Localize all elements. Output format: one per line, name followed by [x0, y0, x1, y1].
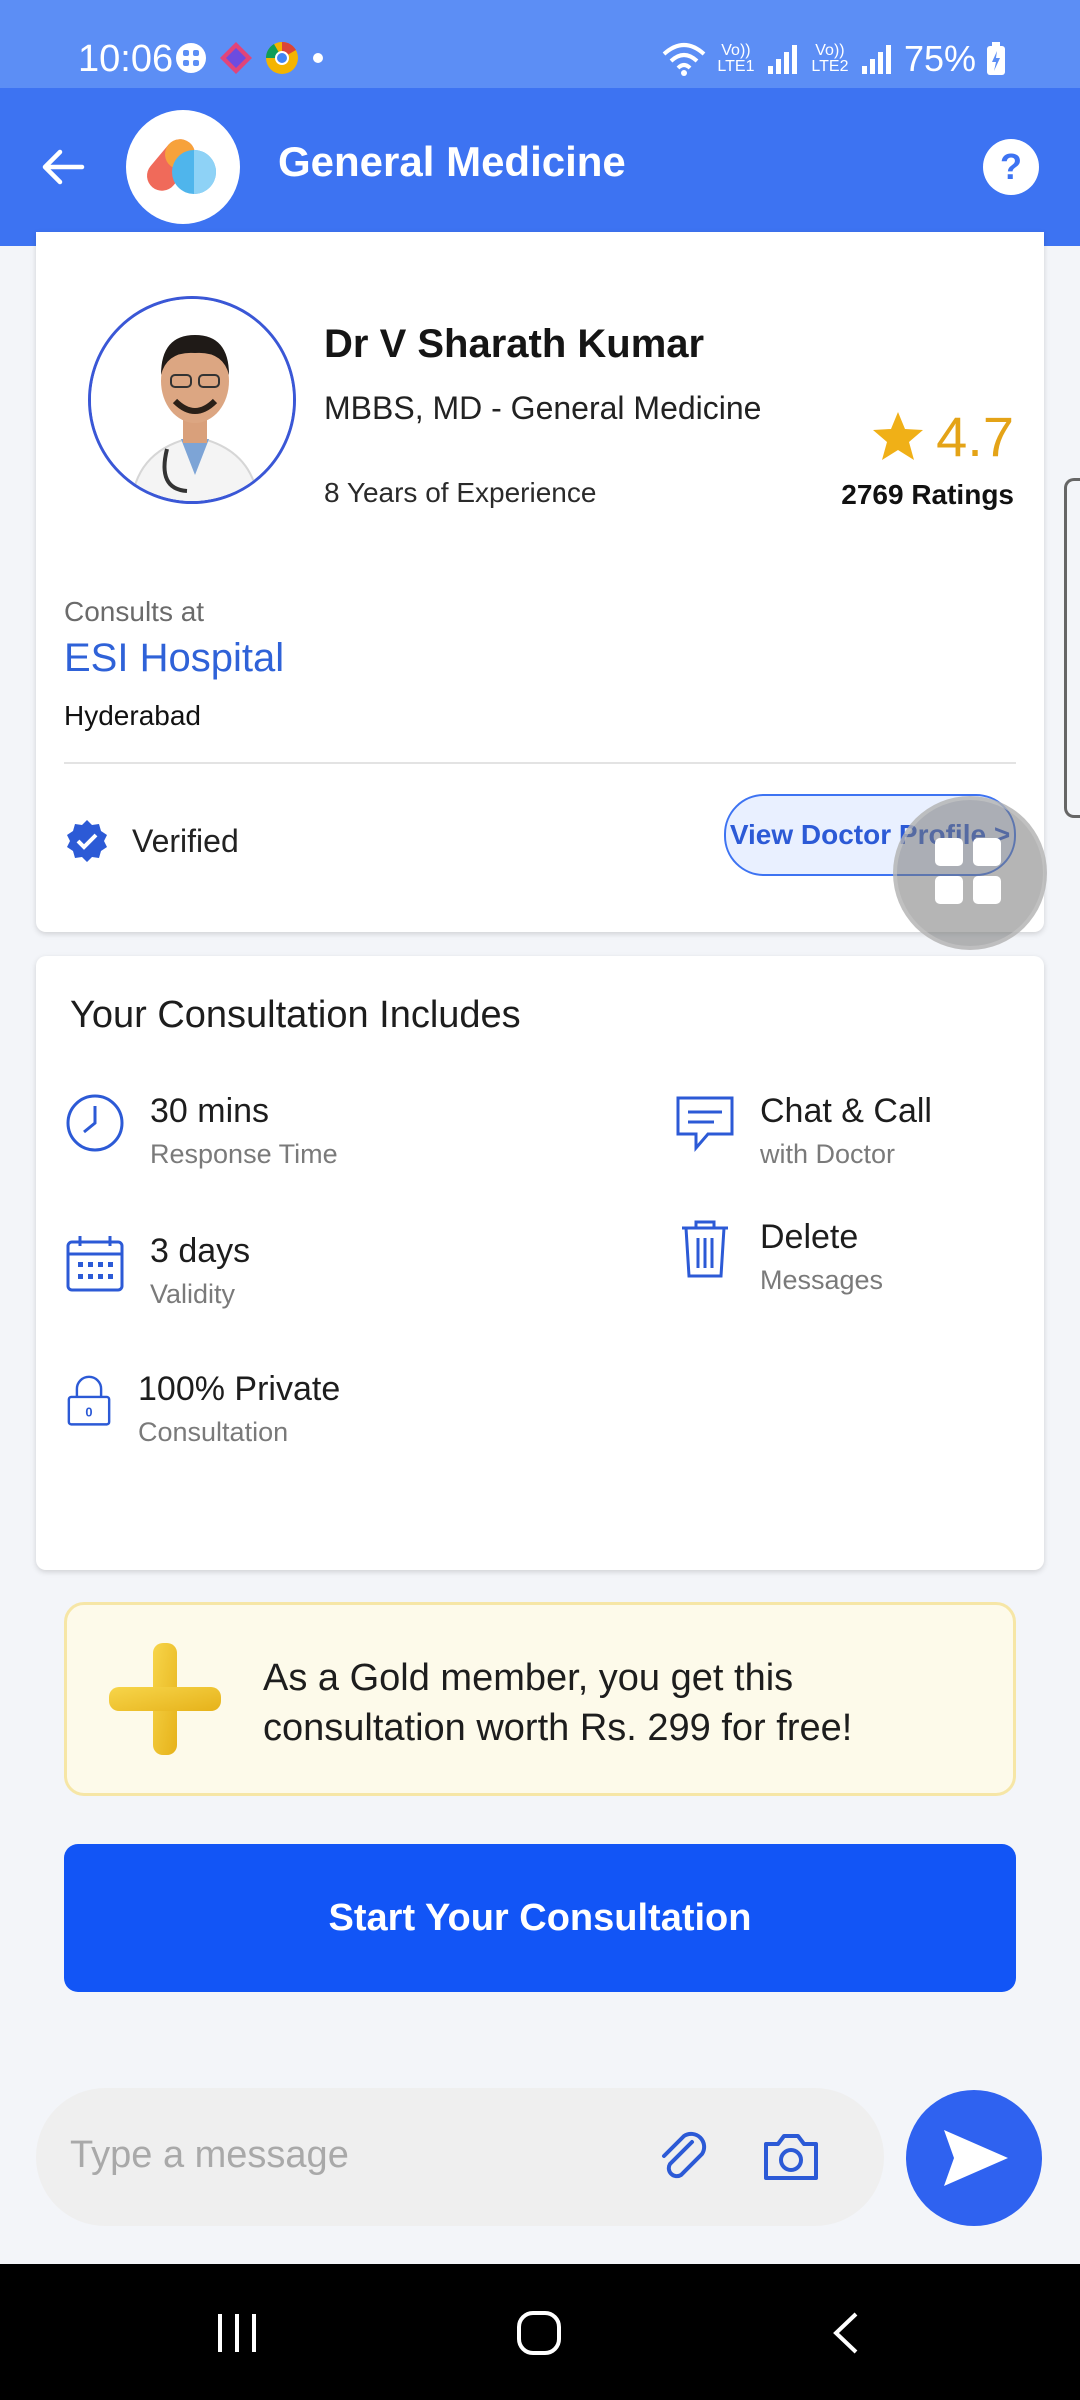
verified-label: Verified — [132, 822, 239, 859]
doctor-name: Dr V Sharath Kumar — [324, 322, 705, 366]
recent-apps-icon[interactable] — [212, 2310, 262, 2356]
battery-charging-icon — [987, 42, 1005, 75]
notification-icons — [174, 40, 326, 76]
app-bar: General Medicine ? — [0, 88, 1080, 246]
attachment-icon[interactable] — [654, 2128, 712, 2186]
status-right: Vo)) LTE1 Vo)) LTE2 75% — [662, 38, 1006, 80]
feature-subtitle: Consultation — [138, 1417, 289, 1447]
send-button[interactable] — [906, 2090, 1042, 2226]
feature-subtitle: with Doctor — [760, 1139, 896, 1169]
grid-cell — [973, 838, 1001, 866]
back-arrow-icon[interactable] — [38, 142, 88, 192]
home-icon[interactable] — [514, 2310, 564, 2356]
gold-banner-line1: As a Gold member, you get this — [263, 1657, 794, 1699]
doctor-photo — [91, 299, 293, 501]
message-input-bar[interactable]: Type a message — [36, 2088, 884, 2226]
feature-chat-call: Chat & Call with Doctor — [674, 1092, 932, 1170]
pill-logo-icon — [147, 139, 216, 194]
rating-value: 4.7 — [936, 405, 1014, 468]
ratings-count: 2769 Ratings — [841, 479, 1014, 510]
signal-icon-2 — [861, 45, 891, 74]
feature-title: 100% Private — [138, 1370, 341, 1408]
edge-panel-handle[interactable] — [1064, 478, 1080, 818]
feature-title: Delete — [760, 1218, 859, 1256]
consults-at-label: Consults at — [64, 596, 205, 627]
grid-cell — [935, 838, 963, 866]
doctor-qualifications: MBBS, MD - General Medicine — [324, 390, 762, 426]
status-time: 10:06 — [78, 38, 174, 80]
dot-icon — [313, 53, 323, 63]
chrome-notification-icon — [265, 41, 298, 74]
feature-title: 30 mins — [150, 1092, 270, 1130]
gold-banner-line2: consultation worth Rs. 299 for free! — [263, 1707, 853, 1749]
signal-icon-1 — [767, 45, 797, 74]
system-navigation-bar — [0, 2264, 1080, 2400]
feature-title: Chat & Call — [760, 1092, 932, 1130]
clock-icon — [66, 1094, 124, 1152]
app-notification-icon — [176, 43, 206, 73]
message-placeholder[interactable]: Type a message — [70, 2134, 349, 2177]
hospital-city: Hyderabad — [64, 700, 201, 731]
star-icon — [873, 411, 924, 460]
doctor-card: Dr V Sharath Kumar MBBS, MD - General Me… — [36, 232, 1044, 932]
grid-cell — [973, 876, 1001, 904]
lock-icon: 0 — [67, 1375, 111, 1426]
calendar-icon — [66, 1236, 124, 1292]
trash-icon — [682, 1220, 728, 1278]
status-bar: 10:06 Vo)) LTE1 Vo)) LTE2 75% — [0, 0, 1080, 88]
chat-icon — [676, 1096, 734, 1153]
send-icon — [944, 2130, 1008, 2186]
wifi-icon — [662, 43, 706, 76]
consultation-includes-card: Your Consultation Includes 30 mins Respon… — [36, 956, 1044, 1570]
app-logo — [126, 110, 240, 224]
doctor-avatar — [88, 296, 296, 504]
svg-text:0: 0 — [85, 1404, 92, 1419]
signal-label-2: Vo)) LTE2 — [811, 42, 849, 75]
floating-menu-button[interactable] — [893, 796, 1047, 950]
feature-private: 0 100% Private Consultation — [64, 1370, 340, 1448]
doctor-rating: 4.7 2769 Ratings — [841, 404, 1014, 511]
gold-member-banner: As a Gold member, you get this consultat… — [64, 1602, 1016, 1796]
start-consultation-button[interactable]: Start Your Consultation — [64, 1844, 1016, 1992]
help-button[interactable]: ? — [983, 139, 1039, 195]
feature-delete-messages: Delete Messages — [674, 1218, 883, 1296]
verified-check-icon — [67, 820, 107, 862]
diamond-notification-icon — [220, 42, 252, 74]
feature-validity: 3 days Validity — [64, 1232, 250, 1310]
feature-response-time: 30 mins Response Time — [64, 1092, 338, 1170]
feature-subtitle: Messages — [760, 1265, 884, 1295]
grid-cell — [935, 876, 963, 904]
divider — [64, 762, 1016, 764]
battery-percent: 75% — [903, 38, 976, 79]
doctor-experience: 8 Years of Experience — [324, 477, 597, 508]
hospital-link[interactable]: ESI Hospital — [64, 636, 284, 681]
verified-badge: Verified — [64, 818, 239, 864]
page-title: General Medicine — [278, 138, 626, 185]
back-nav-icon[interactable] — [826, 2310, 866, 2356]
feature-subtitle: Response Time — [150, 1139, 338, 1169]
includes-title: Your Consultation Includes — [70, 994, 521, 1036]
signal-label-1: Vo)) LTE1 — [717, 42, 755, 75]
feature-title: 3 days — [150, 1232, 251, 1270]
camera-icon[interactable] — [762, 2130, 820, 2184]
feature-subtitle: Validity — [150, 1279, 236, 1309]
gold-plus-icon — [109, 1643, 221, 1755]
